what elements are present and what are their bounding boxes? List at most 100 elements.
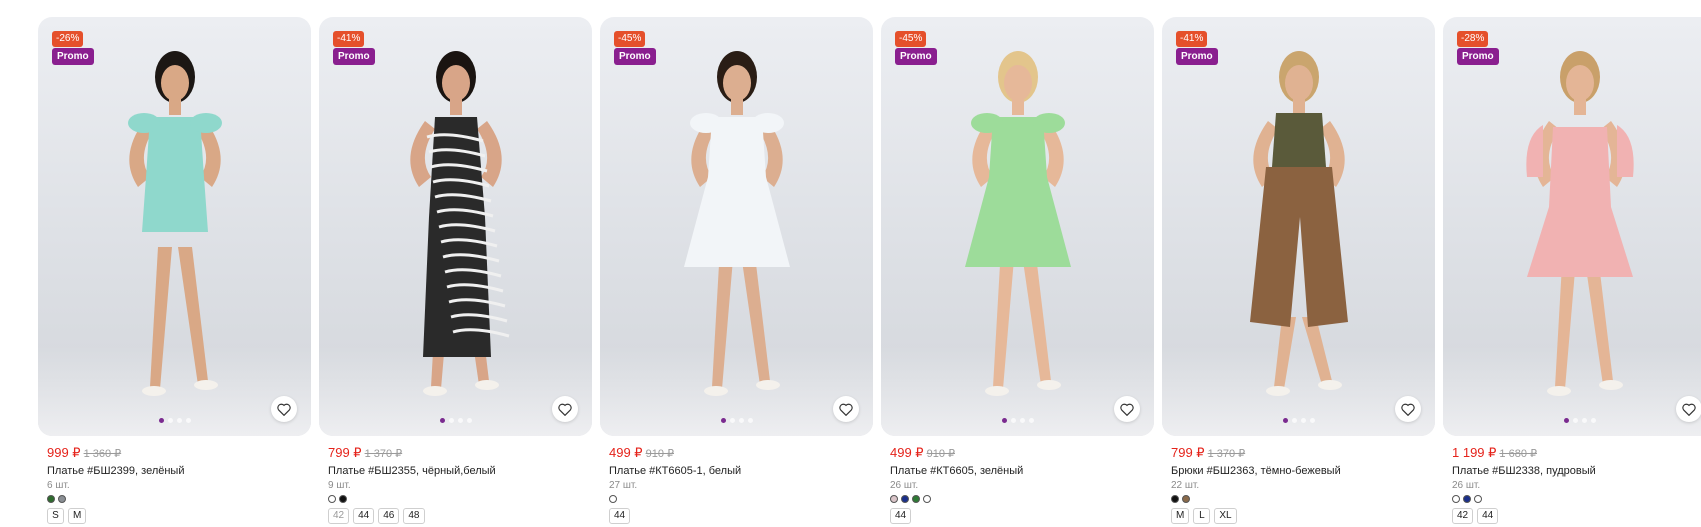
product-name[interactable]: Брюки #БШ2363, тёмно-бежевый (1171, 464, 1435, 478)
promo-badge: Promo (1457, 48, 1499, 65)
size-option[interactable]: M (1171, 508, 1190, 524)
color-swatch[interactable] (1182, 495, 1190, 503)
product-image[interactable]: -41% Promo (319, 17, 592, 436)
product-card[interactable]: -45% Promo 499 ₽910 ₽ Платье #КТ6605, зе… (881, 17, 1154, 524)
old-price: 1 360 ₽ (83, 448, 122, 460)
color-swatch[interactable] (1463, 495, 1471, 503)
color-swatches (890, 495, 1154, 503)
color-swatch[interactable] (1171, 495, 1179, 503)
current-price: 1 199 ₽ (1452, 445, 1497, 460)
favorite-button[interactable] (1676, 396, 1701, 422)
color-swatch[interactable] (923, 495, 931, 503)
size-option[interactable]: 42 (1452, 508, 1474, 524)
size-option[interactable]: 46 (378, 508, 400, 524)
color-swatch[interactable] (58, 495, 66, 503)
product-card[interactable]: -41% Promo 799 ₽1 370 ₽ Платье #БШ2355, … (319, 17, 592, 524)
pager-dot[interactable] (185, 418, 191, 423)
image-pager[interactable] (1001, 418, 1034, 423)
product-card[interactable]: -41% Promo 799 ₽1 370 ₽ Брюки #БШ2363, т… (1162, 17, 1435, 524)
color-swatch[interactable] (339, 495, 347, 503)
product-image[interactable]: -45% Promo (600, 17, 873, 436)
promo-badge: Promo (614, 48, 656, 65)
size-option[interactable]: L (1193, 508, 1211, 524)
pager-dot[interactable] (1581, 418, 1587, 423)
size-options: 44 (890, 508, 1154, 524)
pager-dot[interactable] (158, 418, 164, 423)
favorite-button[interactable] (552, 396, 578, 422)
pager-dot[interactable] (466, 418, 472, 423)
favorite-button[interactable] (833, 396, 859, 422)
image-pager[interactable] (439, 418, 472, 423)
old-price: 1 370 ₽ (364, 448, 403, 460)
color-swatches (328, 495, 592, 503)
size-option[interactable]: 44 (890, 508, 912, 524)
size-option[interactable]: 44 (609, 508, 631, 524)
image-pager[interactable] (1563, 418, 1596, 423)
color-swatch[interactable] (1474, 495, 1482, 503)
pager-dot[interactable] (720, 418, 726, 423)
pager-dot[interactable] (176, 418, 182, 423)
product-image[interactable]: -26% Promo (38, 17, 311, 436)
product-name[interactable]: Платье #БШ2338, пудровый (1452, 464, 1701, 478)
size-option[interactable]: 48 (403, 508, 425, 524)
pager-dot[interactable] (1019, 418, 1025, 423)
image-pager[interactable] (720, 418, 753, 423)
promo-badge: Promo (333, 48, 375, 65)
pager-dot[interactable] (448, 418, 454, 423)
color-swatch[interactable] (609, 495, 617, 503)
pager-dot[interactable] (747, 418, 753, 423)
product-card[interactable]: -28% Promo 1 199 ₽1 680 ₽ Платье #БШ2338… (1443, 17, 1701, 524)
size-option[interactable]: M (68, 508, 87, 524)
pager-dot[interactable] (457, 418, 463, 423)
pager-dot[interactable] (1001, 418, 1007, 423)
product-grid: -26% Promo 999 ₽1 360 ₽ Платье #БШ2399, … (38, 17, 1701, 527)
color-swatch[interactable] (1452, 495, 1460, 503)
pager-dot[interactable] (1309, 418, 1315, 423)
pager-dot[interactable] (439, 418, 445, 423)
color-swatch[interactable] (912, 495, 920, 503)
pager-dot[interactable] (738, 418, 744, 423)
pager-dot[interactable] (167, 418, 173, 423)
product-name[interactable]: Платье #КТ6605, зелёный (890, 464, 1154, 478)
old-price: 1 370 ₽ (1207, 448, 1246, 460)
size-option[interactable]: S (47, 508, 64, 524)
product-name[interactable]: Платье #БШ2399, зелёный (47, 464, 311, 478)
color-swatch[interactable] (901, 495, 909, 503)
size-options: SM (47, 508, 311, 524)
size-options: M L XL (1171, 508, 1435, 524)
size-option[interactable]: 44 (353, 508, 375, 524)
discount-badge: -28% (1457, 31, 1489, 47)
product-image[interactable]: -28% Promo (1443, 17, 1701, 436)
pager-dot[interactable] (1028, 418, 1034, 423)
favorite-button[interactable] (271, 396, 297, 422)
model-photo (684, 51, 790, 396)
pager-dot[interactable] (1010, 418, 1016, 423)
size-option[interactable]: 42 (328, 508, 350, 524)
model-photo (1250, 51, 1348, 396)
product-name[interactable]: Платье #БШ2355, чёрный,белый (328, 464, 592, 478)
pager-dot[interactable] (1590, 418, 1596, 423)
product-card[interactable]: -45% Promo 499 ₽910 ₽ Платье #КТ6605-1, … (600, 17, 873, 524)
favorite-button[interactable] (1114, 396, 1140, 422)
pager-dot[interactable] (1563, 418, 1569, 423)
product-card[interactable]: -26% Promo 999 ₽1 360 ₽ Платье #БШ2399, … (38, 17, 311, 524)
product-image[interactable]: -45% Promo (881, 17, 1154, 436)
stock-quantity: 26 шт. (1452, 480, 1481, 491)
color-swatch[interactable] (47, 495, 55, 503)
color-swatch[interactable] (890, 495, 898, 503)
color-swatch[interactable] (328, 495, 336, 503)
size-option[interactable]: XL (1214, 508, 1237, 524)
pager-dot[interactable] (1300, 418, 1306, 423)
pager-dot[interactable] (1572, 418, 1578, 423)
image-pager[interactable] (158, 418, 191, 423)
pager-dot[interactable] (1282, 418, 1288, 423)
image-pager[interactable] (1282, 418, 1315, 423)
old-price: 910 ₽ (645, 448, 674, 460)
pager-dot[interactable] (1291, 418, 1297, 423)
pager-dot[interactable] (729, 418, 735, 423)
product-name[interactable]: Платье #КТ6605-1, белый (609, 464, 873, 478)
model-photo (128, 51, 222, 396)
product-image[interactable]: -41% Promo (1162, 17, 1435, 436)
size-option[interactable]: 44 (1477, 508, 1499, 524)
favorite-button[interactable] (1395, 396, 1421, 422)
